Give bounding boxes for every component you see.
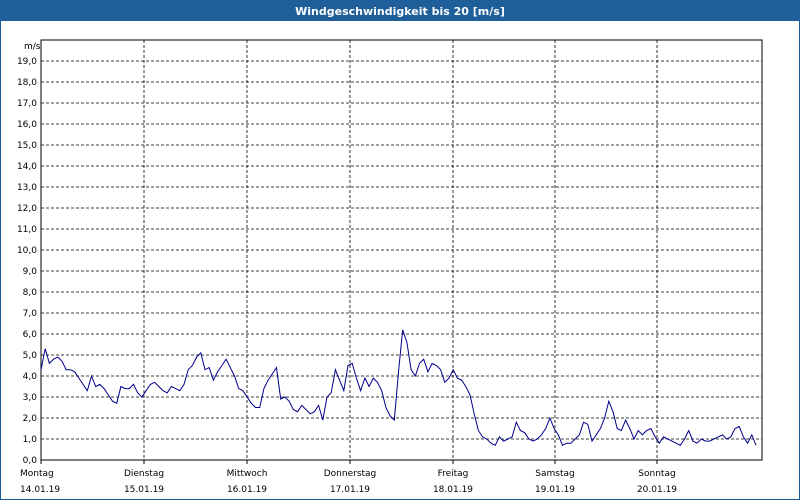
wind-speed-chart: 0,0 1,0 2,0 3,0 4,0 5,0 6,0 7,0 8,0 9,0 10,0 11,0 12… bbox=[17, 39, 763, 495]
y-tick-label: 2,0 bbox=[23, 414, 38, 424]
x-date-label: 16.01.19 bbox=[227, 485, 267, 495]
y-tick-label: 18,0 bbox=[17, 78, 37, 88]
y-tick-label: 13,0 bbox=[17, 183, 37, 193]
x-day-name-label: Sonntag bbox=[638, 469, 675, 479]
y-tick-label: 11,0 bbox=[17, 225, 37, 235]
y-tick-label: 8,0 bbox=[23, 288, 38, 298]
y-tick-label: 14,0 bbox=[17, 162, 37, 172]
x-day-name-label: Freitag bbox=[438, 469, 469, 479]
y-tick-label: 4,0 bbox=[23, 372, 38, 382]
y-tick-label: 6,0 bbox=[23, 330, 38, 340]
y-tick-label: 12,0 bbox=[17, 204, 37, 214]
x-day-name-label: Montag bbox=[20, 469, 54, 479]
x-day-name-label: Mittwoch bbox=[227, 469, 268, 479]
y-tick-label: 17,0 bbox=[17, 99, 37, 109]
y-tick-label: 15,0 bbox=[17, 141, 37, 151]
y-tick-label: 1,0 bbox=[23, 435, 38, 445]
y-axis-unit: m/s bbox=[24, 42, 41, 52]
x-date-label: 20.01.19 bbox=[637, 485, 677, 495]
x-date-label: 18.01.19 bbox=[433, 485, 473, 495]
x-day-name-label: Samstag bbox=[535, 469, 574, 479]
y-axis-ticks: 0,0 1,0 2,0 3,0 4,0 5,0 6,0 7,0 8,0 9,0 10,0 11,0 12… bbox=[17, 57, 37, 466]
x-date-label: 17.01.19 bbox=[330, 485, 370, 495]
y-tick-label: 9,0 bbox=[23, 267, 38, 277]
x-day-name-label: Donnerstag bbox=[324, 469, 377, 479]
y-tick-label: 0,0 bbox=[23, 456, 38, 466]
x-date-label: 14.01.19 bbox=[20, 485, 60, 495]
y-tick-label: 3,0 bbox=[23, 393, 38, 403]
x-day-name-label: Dienstag bbox=[124, 469, 164, 479]
x-axis-labels: Montag 14.01.19 Dienstag 15.01.19 Mittwoch 16… bbox=[20, 469, 677, 495]
y-tick-label: 16,0 bbox=[17, 120, 37, 130]
x-date-label: 15.01.19 bbox=[124, 485, 164, 495]
y-tick-label: 10,0 bbox=[17, 246, 37, 256]
x-date-label: 19.01.19 bbox=[535, 485, 575, 495]
y-tick-label: 19,0 bbox=[17, 57, 37, 67]
y-tick-label: 5,0 bbox=[23, 351, 38, 361]
y-tick-label: 7,0 bbox=[23, 309, 38, 319]
